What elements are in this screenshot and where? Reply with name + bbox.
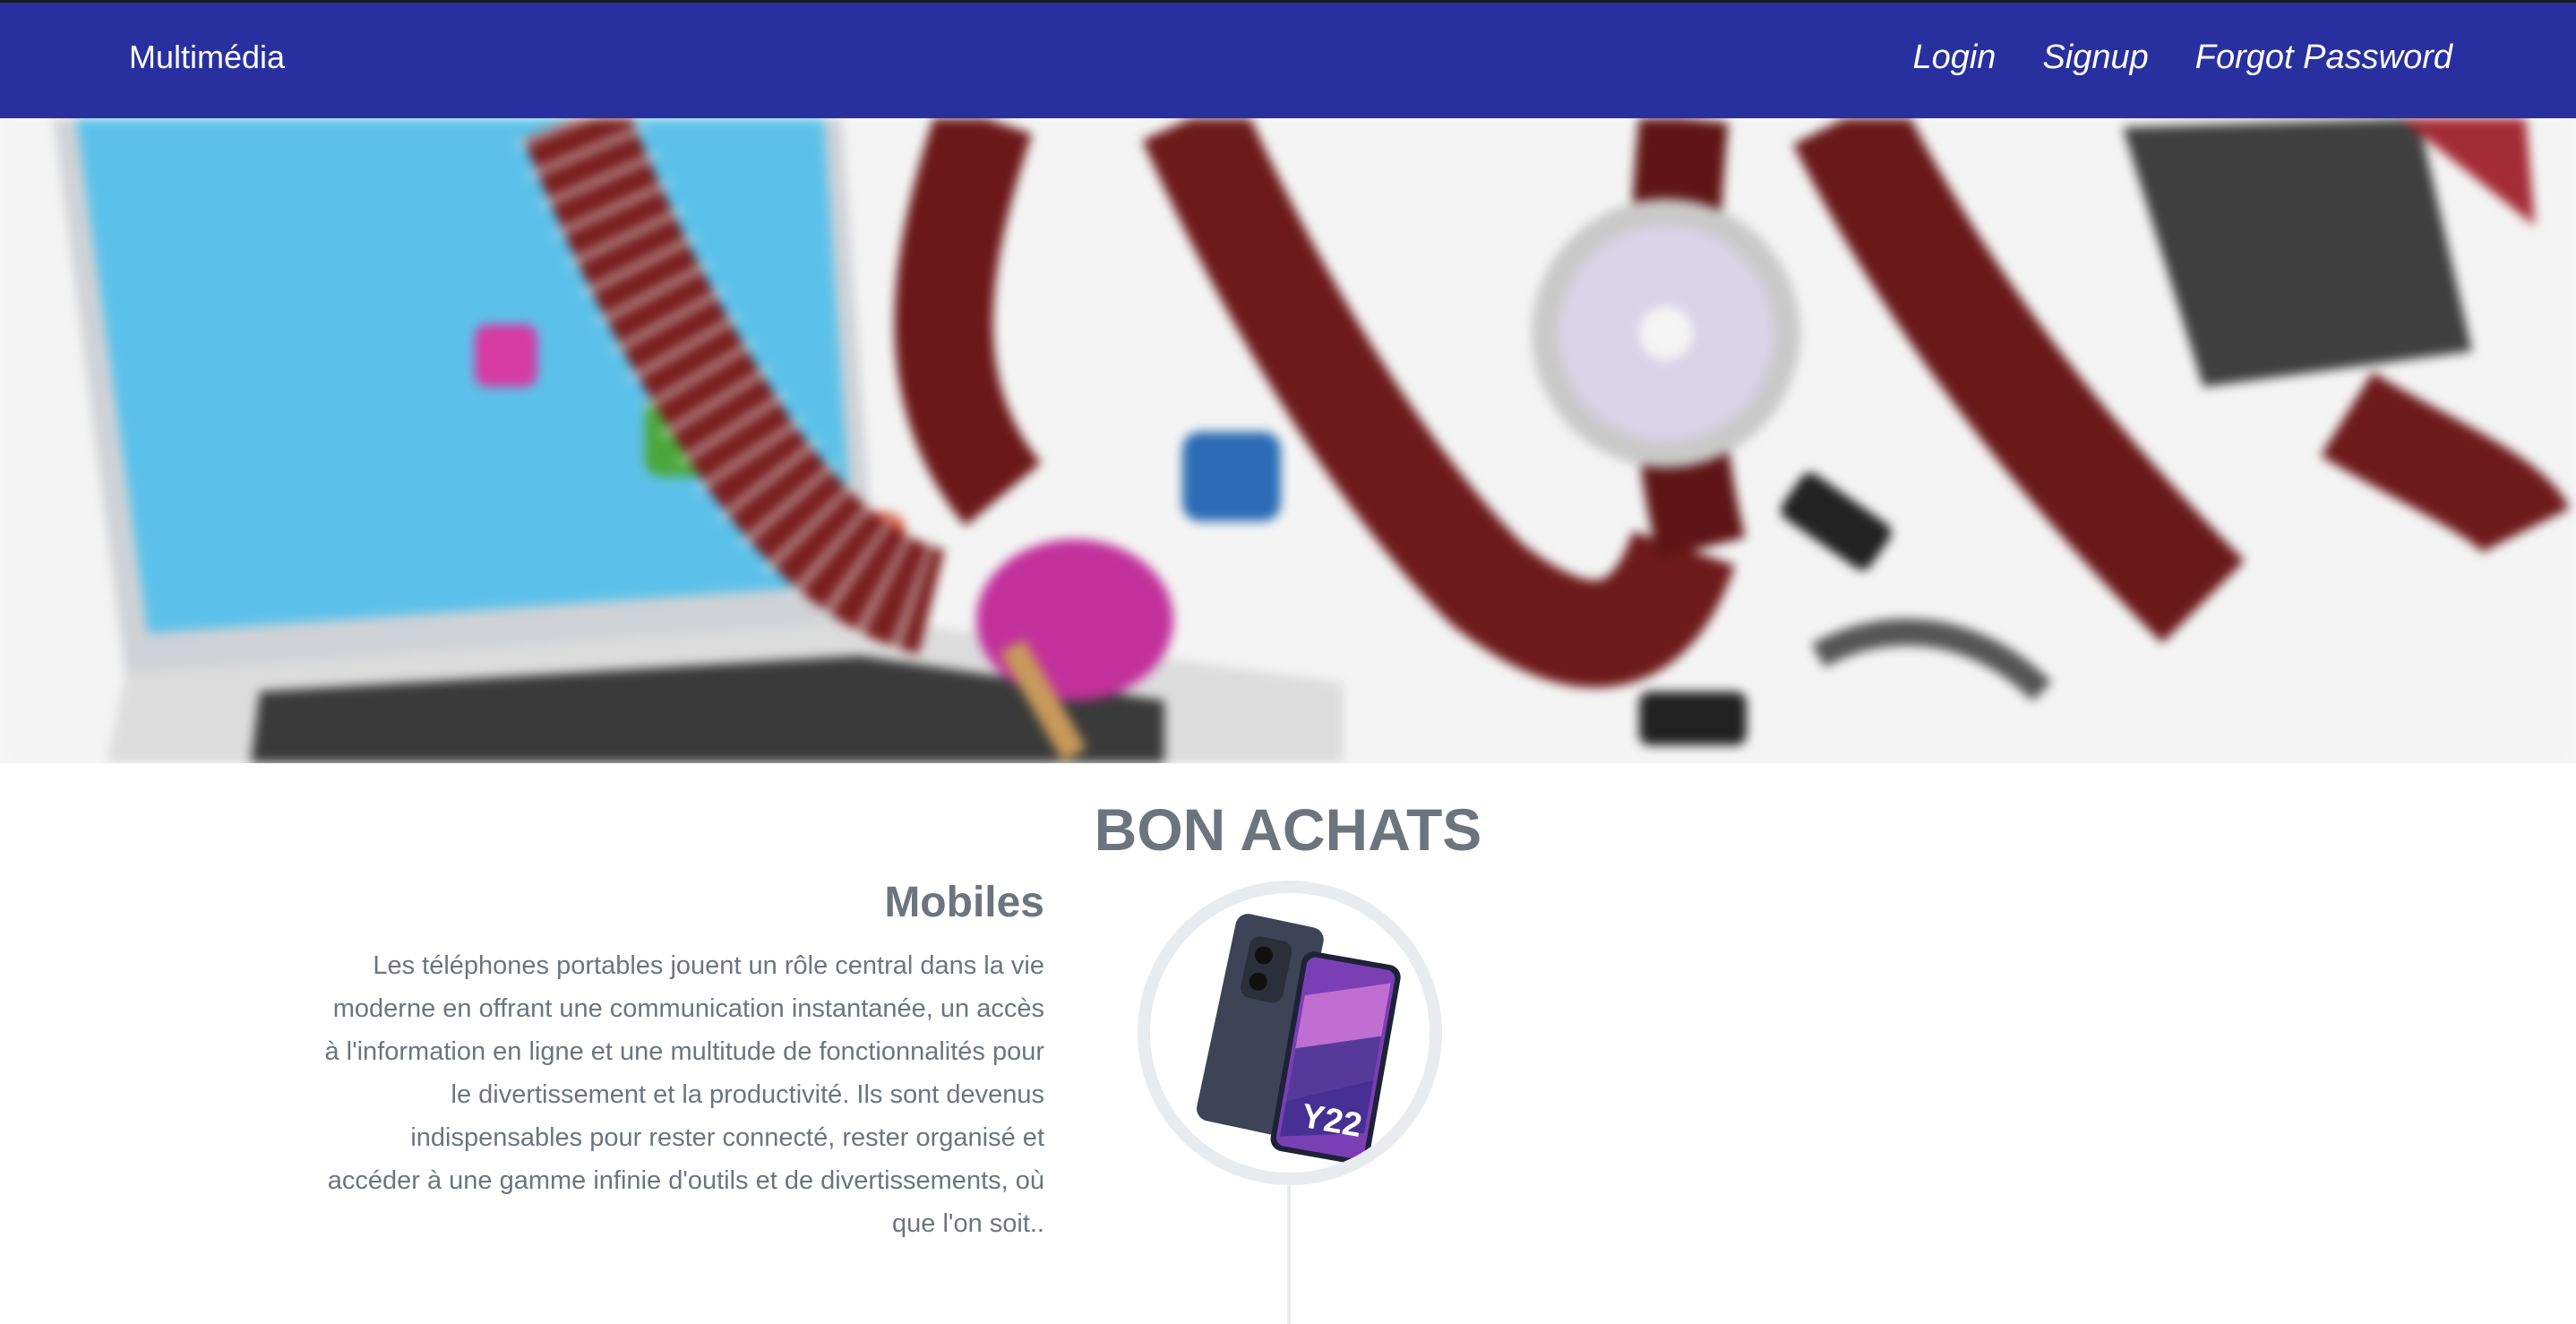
forgot-password-link[interactable]: Forgot Password	[2195, 39, 2452, 77]
hero-banner	[0, 118, 2576, 763]
timeline-line	[1287, 1182, 1291, 1324]
signup-link[interactable]: Signup	[2042, 39, 2148, 77]
timeline-description: Les téléphones portables jouent un rôle …	[324, 951, 1044, 1238]
timeline-heading: Mobiles	[884, 879, 1044, 926]
brand-link[interactable]: Multimédia	[129, 39, 285, 76]
multimedia-collage-image	[0, 118, 2576, 763]
nav-links: Login Signup Forgot Password	[1912, 39, 2452, 77]
timeline-image-circle: Y22	[1138, 881, 1442, 1185]
login-link[interactable]: Login	[1912, 39, 1996, 77]
page-title: BON ACHATS	[1094, 796, 1482, 863]
navbar: Multimédia Login Signup Forgot Password	[0, 3, 2576, 118]
vivo-y22-phone-image: Y22	[1197, 914, 1401, 1165]
